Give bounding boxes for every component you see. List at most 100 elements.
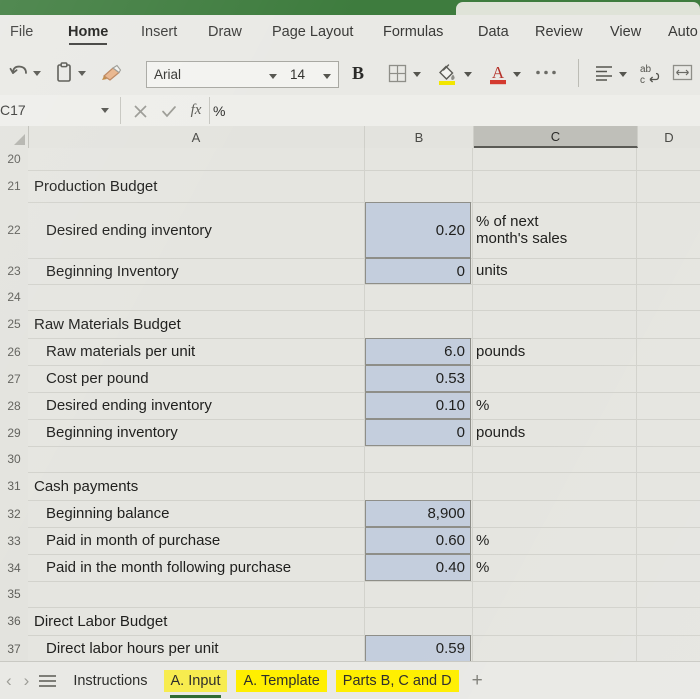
- ribbon-tab-home[interactable]: Home: [68, 24, 108, 45]
- cell-c29[interactable]: pounds: [476, 419, 634, 446]
- cell-b23[interactable]: 0: [365, 258, 471, 284]
- cell-a29[interactable]: Beginning inventory: [28, 419, 376, 446]
- insert-function-icon[interactable]: fx: [188, 101, 204, 119]
- row-header-33[interactable]: 33: [0, 527, 28, 554]
- column-header-b[interactable]: B: [365, 126, 474, 148]
- cell-b22[interactable]: 0.20: [365, 202, 471, 258]
- cell-c26[interactable]: pounds: [476, 338, 634, 365]
- ribbon-tab-review[interactable]: Review: [535, 24, 583, 43]
- cell-b28[interactable]: 0.10: [365, 392, 471, 419]
- cell-c23[interactable]: units: [476, 258, 634, 284]
- borders-icon[interactable]: [388, 64, 407, 83]
- sheet-tab-a-template[interactable]: A. Template: [236, 669, 327, 692]
- align-left-icon[interactable]: [594, 64, 614, 82]
- column-header-a[interactable]: A: [28, 126, 365, 148]
- cell-b32[interactable]: 8,900: [365, 500, 471, 527]
- row-header-20[interactable]: 20: [0, 148, 28, 170]
- more-options-icon[interactable]: [535, 69, 557, 76]
- cell-b37[interactable]: 0.59: [365, 635, 471, 662]
- row-header-31[interactable]: 31: [0, 472, 28, 500]
- cell-a34[interactable]: Paid in the month following purchase: [28, 554, 376, 581]
- cell-a27[interactable]: Cost per pound: [28, 365, 376, 392]
- paste-icon[interactable]: [55, 62, 73, 83]
- sheet-tab-instructions[interactable]: Instructions: [66, 670, 154, 692]
- row-header-35[interactable]: 35: [0, 581, 28, 607]
- font-name-caret-icon[interactable]: [269, 66, 285, 84]
- wrap-text-icon[interactable]: ab c: [638, 62, 660, 85]
- undo-dropdown-caret-icon[interactable]: [33, 71, 41, 76]
- ribbon-tab-bar: File Home Insert Draw Page Layout Formulas Dat…: [0, 15, 700, 51]
- ribbon-tab-auto[interactable]: Auto: [668, 24, 698, 43]
- ribbon-tab-draw[interactable]: Draw: [208, 24, 242, 43]
- font-size-input[interactable]: 14: [284, 61, 339, 88]
- cell-a23[interactable]: Beginning Inventory: [28, 258, 376, 284]
- cell-a26[interactable]: Raw materials per unit: [28, 338, 376, 365]
- bold-button[interactable]: B: [352, 63, 364, 84]
- cell-c22[interactable]: % of next month's sales: [476, 202, 634, 258]
- cell-c33[interactable]: %: [476, 527, 634, 554]
- name-box-caret-icon[interactable]: [101, 108, 109, 113]
- confirm-icon[interactable]: [160, 103, 177, 119]
- sheet-tab-a-input[interactable]: A. Input: [163, 669, 228, 698]
- name-box[interactable]: C17: [0, 98, 117, 122]
- add-sheet-button[interactable]: +: [472, 670, 483, 692]
- formula-input[interactable]: %: [213, 99, 693, 122]
- row-header-27[interactable]: 27: [0, 365, 28, 392]
- cell-c28[interactable]: %: [476, 392, 634, 419]
- ribbon-tab-page-layout[interactable]: Page Layout: [272, 24, 353, 43]
- format-painter-icon[interactable]: [101, 63, 123, 83]
- sheet-tab-parts-b-c-and-d[interactable]: Parts B, C and D: [335, 669, 459, 692]
- row-header-32[interactable]: 32: [0, 500, 28, 527]
- ribbon-tab-data[interactable]: Data: [478, 24, 509, 43]
- ribbon-tab-formulas[interactable]: Formulas: [383, 24, 443, 43]
- font-color-dropdown-caret-icon[interactable]: [513, 72, 521, 77]
- cell-c34[interactable]: %: [476, 554, 634, 581]
- cell-b26[interactable]: 6.0: [365, 338, 471, 365]
- cell-a32[interactable]: Beginning balance: [28, 500, 376, 527]
- cancel-icon[interactable]: [132, 103, 148, 119]
- row-header-37[interactable]: 37: [0, 635, 28, 662]
- row-header-21[interactable]: 21: [0, 170, 28, 202]
- select-all-corner[interactable]: [0, 126, 29, 148]
- cell-a36[interactable]: Direct Labor Budget: [28, 607, 364, 635]
- cell-b33[interactable]: 0.60: [365, 527, 471, 554]
- font-size-caret-icon[interactable]: [323, 66, 338, 84]
- font-name-input[interactable]: Arial: [146, 61, 286, 88]
- row-header-30[interactable]: 30: [0, 446, 28, 472]
- cell-b29[interactable]: 0: [365, 419, 471, 446]
- merge-cells-icon[interactable]: [672, 63, 693, 82]
- cell-a22[interactable]: Desired ending inventory: [28, 202, 376, 258]
- cell-a25[interactable]: Raw Materials Budget: [28, 310, 364, 338]
- borders-dropdown-caret-icon[interactable]: [413, 72, 421, 77]
- row-header-36[interactable]: 36: [0, 607, 28, 635]
- font-color-icon[interactable]: A: [488, 62, 508, 85]
- column-header-c[interactable]: C: [474, 126, 638, 148]
- cell-a21[interactable]: Production Budget: [28, 170, 364, 202]
- previous-sheet-icon[interactable]: ‹: [0, 671, 18, 691]
- cell-b27[interactable]: 0.53: [365, 365, 471, 392]
- row-header-34[interactable]: 34: [0, 554, 28, 581]
- undo-icon[interactable]: [8, 63, 30, 83]
- next-sheet-icon[interactable]: ›: [18, 671, 36, 691]
- fill-color-icon[interactable]: [436, 62, 458, 85]
- cell-a33[interactable]: Paid in month of purchase: [28, 527, 376, 554]
- cell-b34[interactable]: 0.40: [365, 554, 471, 581]
- row-header-29[interactable]: 29: [0, 419, 28, 446]
- ribbon-tab-insert[interactable]: Insert: [141, 24, 177, 43]
- fill-color-dropdown-caret-icon[interactable]: [464, 72, 472, 77]
- cell-a37[interactable]: Direct labor hours per unit: [28, 635, 376, 662]
- cell-a31[interactable]: Cash payments: [28, 472, 364, 500]
- align-dropdown-caret-icon[interactable]: [619, 72, 627, 77]
- ribbon-tab-view[interactable]: View: [610, 24, 641, 43]
- row-header-24[interactable]: 24: [0, 284, 28, 310]
- row-header-22[interactable]: 22: [0, 202, 28, 258]
- row-header-26[interactable]: 26: [0, 338, 28, 365]
- row-header-23[interactable]: 23: [0, 258, 28, 284]
- ribbon-tab-file[interactable]: File: [10, 24, 33, 43]
- row-header-28[interactable]: 28: [0, 392, 28, 419]
- column-header-d[interactable]: D: [638, 126, 700, 148]
- cell-a28[interactable]: Desired ending inventory: [28, 392, 376, 419]
- paste-dropdown-caret-icon[interactable]: [78, 71, 86, 76]
- sheet-list-icon[interactable]: [39, 674, 57, 687]
- row-header-25[interactable]: 25: [0, 310, 28, 338]
